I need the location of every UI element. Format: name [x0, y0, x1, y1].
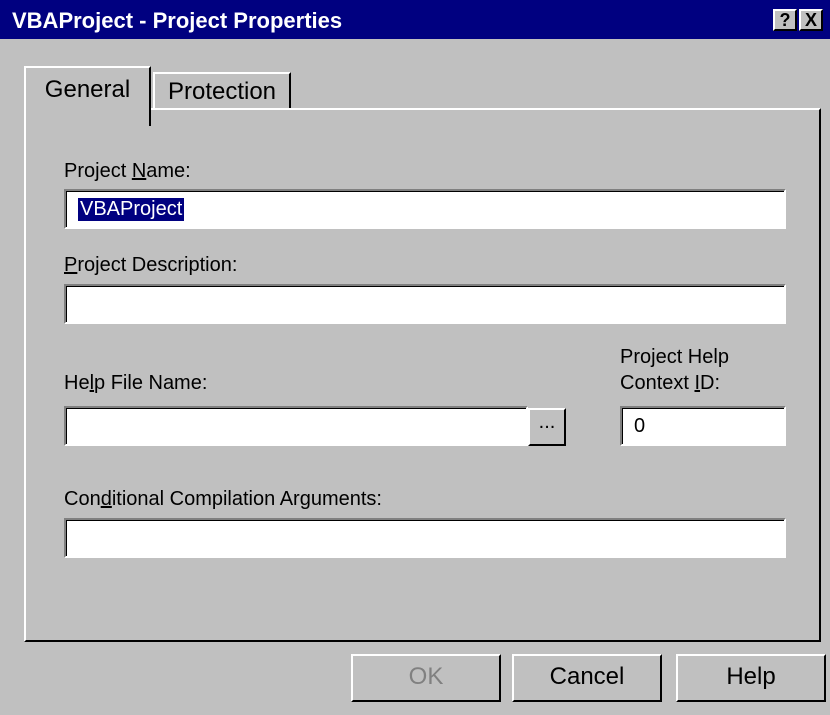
cancel-button[interactable]: Cancel [512, 654, 662, 702]
help-context-id-input[interactable]: 0 [620, 406, 786, 446]
help-file-name-input[interactable] [64, 406, 528, 446]
ok-button[interactable]: OK [351, 654, 501, 702]
close-button[interactable]: X [799, 9, 823, 31]
window-title: VBAProject - Project Properties [12, 8, 343, 33]
browse-button[interactable]: ... [528, 408, 566, 446]
project-name-input[interactable]: VBAProject [64, 189, 786, 229]
project-name-label: Project Name: [64, 160, 191, 182]
help-file-name-label: Help File Name: [64, 372, 208, 394]
tab-protection[interactable]: Protection [153, 72, 291, 110]
project-description-label: Project Description: [64, 254, 238, 276]
help-context-id-value: 0 [634, 415, 646, 437]
conditional-compilation-label: Conditional Compilation Arguments: [64, 488, 382, 510]
tab-general[interactable]: General [24, 66, 151, 126]
help-title-button[interactable]: ? [773, 9, 797, 31]
project-name-value: VBAProject [78, 198, 185, 221]
project-description-input[interactable] [64, 284, 786, 324]
help-button[interactable]: Help [676, 654, 826, 702]
help-context-id-label-line1: Project Help [620, 346, 729, 368]
title-bar: VBAProject - Project Properties ? X [0, 0, 830, 39]
help-context-id-label: Context ID: [620, 372, 721, 394]
conditional-compilation-input[interactable] [64, 518, 786, 558]
